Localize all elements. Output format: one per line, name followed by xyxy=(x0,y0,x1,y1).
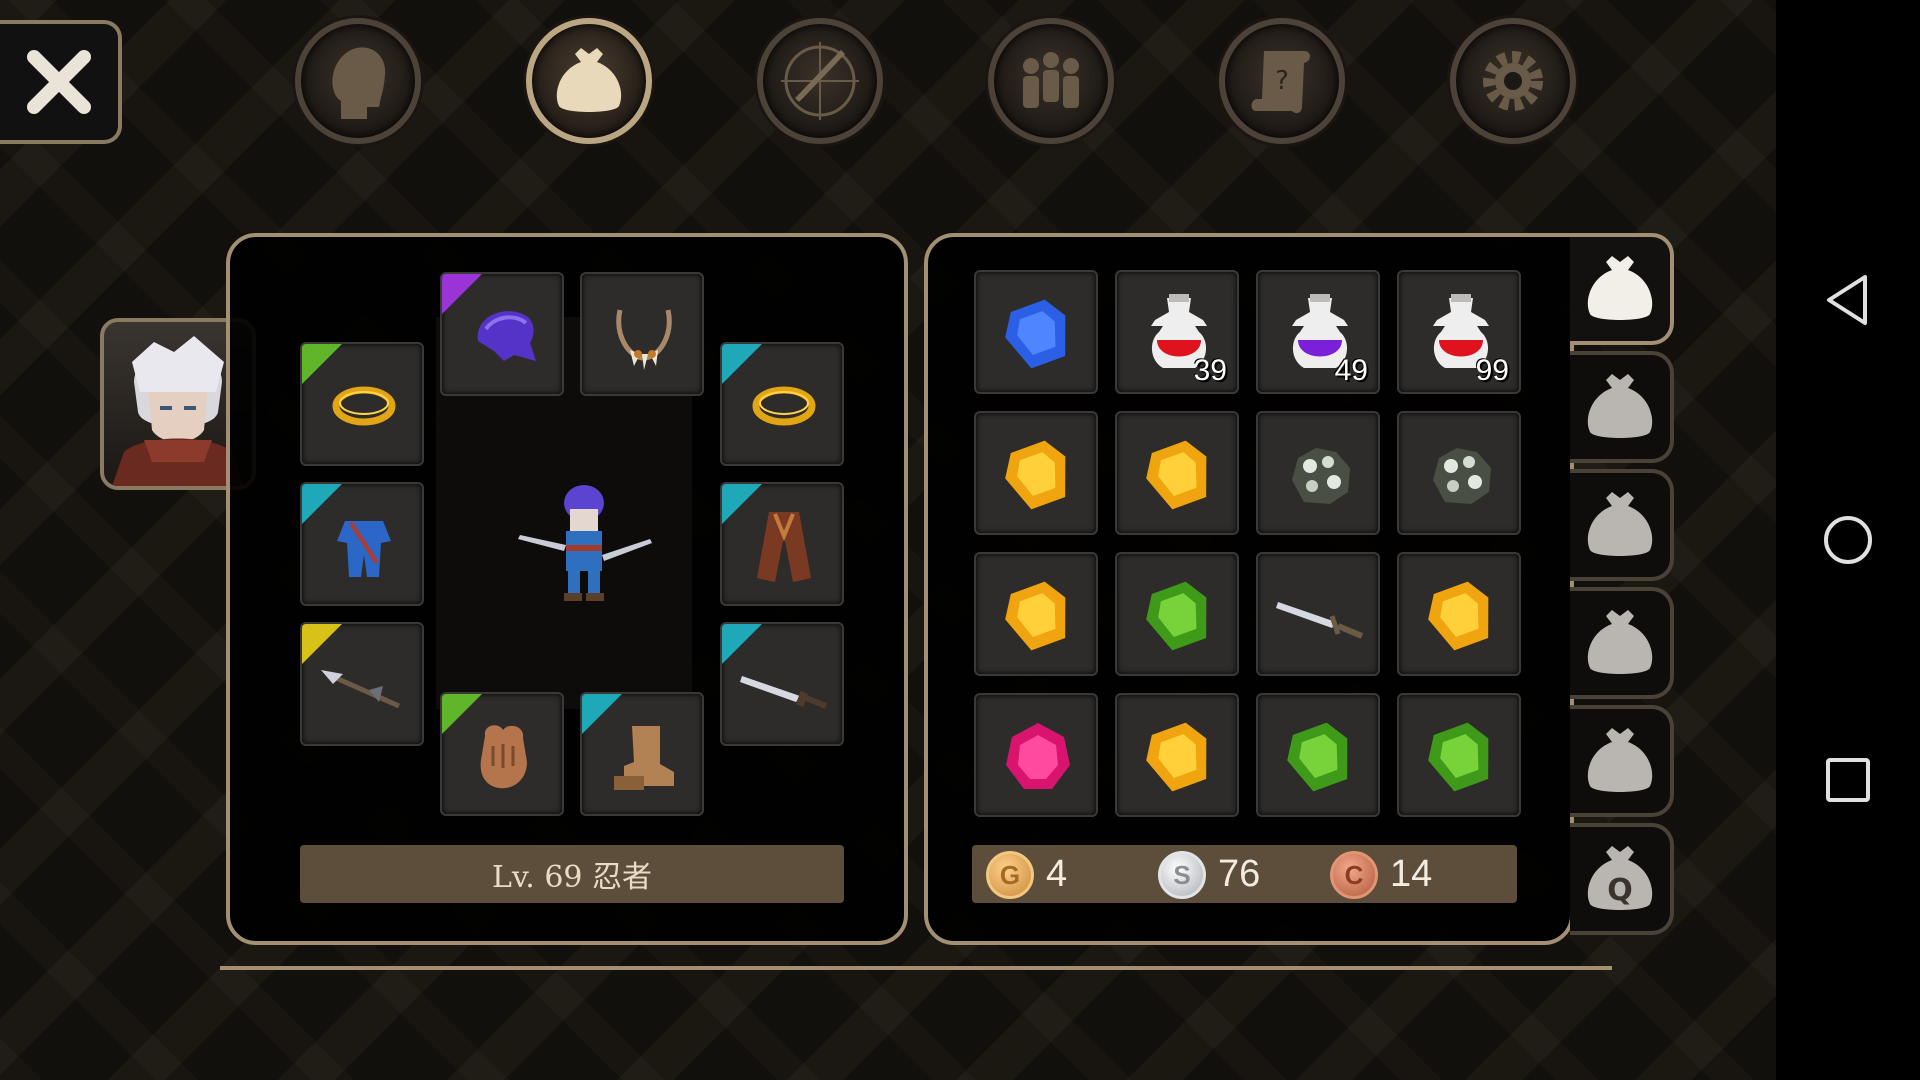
green-gem-icon xyxy=(1399,695,1523,819)
bag-icon xyxy=(556,48,622,112)
party-icon xyxy=(1023,52,1079,108)
bag-tab-1[interactable] xyxy=(1570,233,1674,345)
quest-tab[interactable]: ? xyxy=(1219,18,1345,144)
inventory-slot[interactable] xyxy=(974,270,1098,394)
skills-compass-sword-icon xyxy=(781,42,859,120)
party-tab[interactable] xyxy=(988,18,1114,144)
bag-tab-4[interactable] xyxy=(1570,587,1674,699)
equip-slot-weapon-left[interactable] xyxy=(300,622,424,746)
equip-slot-ring-right[interactable] xyxy=(720,342,844,466)
fang-necklace-icon xyxy=(616,309,672,370)
leather-glove-icon xyxy=(480,725,527,789)
inventory-slot[interactable] xyxy=(1397,411,1521,535)
close-button[interactable] xyxy=(0,20,122,144)
inventory-slot[interactable] xyxy=(1397,693,1521,817)
panel-divider xyxy=(220,966,1612,970)
gold-ring-icon xyxy=(332,386,396,426)
silver-coin-icon: S xyxy=(1158,851,1206,899)
inventory-slot[interactable] xyxy=(1256,693,1380,817)
inventory-slot[interactable] xyxy=(1115,552,1239,676)
copper-amount: 14 xyxy=(1390,853,1433,895)
quest-bag-icon: Q xyxy=(1587,846,1653,910)
inventory-slot[interactable]: 49 xyxy=(1256,270,1380,394)
character-sprite xyxy=(510,475,660,615)
currency-bar: G 4 S 76 C 14 xyxy=(972,845,1517,903)
character-head-icon xyxy=(332,47,386,119)
close-icon xyxy=(27,50,91,114)
equip-slot-helmet[interactable] xyxy=(440,272,564,396)
equip-slot-ring-left[interactable] xyxy=(300,342,424,466)
yellow-gem-icon xyxy=(976,554,1100,678)
leather-boots-icon xyxy=(614,726,674,790)
character-level-class: Lv. 69 忍者 xyxy=(300,845,844,903)
spear-icon xyxy=(321,670,401,709)
equip-slot-cloak[interactable] xyxy=(720,482,844,606)
gold-ring-icon xyxy=(752,386,816,426)
bag-icon xyxy=(1587,374,1653,438)
item-quantity: 49 xyxy=(1334,354,1368,387)
yellow-gem-icon xyxy=(1117,695,1241,819)
bag-icon xyxy=(1587,610,1653,674)
bag-tab-5[interactable] xyxy=(1570,705,1674,817)
inventory-slot[interactable] xyxy=(1256,411,1380,535)
silver-amount: 76 xyxy=(1218,853,1261,895)
inventory-slot[interactable] xyxy=(1115,411,1239,535)
bag-icon xyxy=(1587,256,1653,320)
character-tab[interactable] xyxy=(295,18,421,144)
quest-scroll-icon: ? xyxy=(1251,51,1310,114)
equip-slot-weapon-right[interactable] xyxy=(720,622,844,746)
brown-cloak-icon xyxy=(757,512,811,582)
bag-tab[interactable] xyxy=(526,18,652,144)
blue-gem-icon xyxy=(976,272,1100,396)
inventory-slot[interactable] xyxy=(1115,693,1239,817)
recents-button[interactable] xyxy=(1818,750,1878,810)
item-quantity: 39 xyxy=(1193,354,1227,387)
back-icon xyxy=(1827,275,1867,325)
purple-hood-icon xyxy=(477,311,536,361)
item-quantity: 99 xyxy=(1475,354,1509,387)
inventory-slot[interactable] xyxy=(1256,552,1380,676)
svg-text:?: ? xyxy=(1275,66,1289,96)
bag-tab-quest[interactable]: Q xyxy=(1570,823,1674,935)
system-navigation-bar xyxy=(1776,0,1920,1080)
blue-ninja-suit-icon xyxy=(337,521,391,577)
back-button[interactable] xyxy=(1818,270,1878,330)
dagger-icon xyxy=(1258,554,1382,678)
equip-slot-gloves[interactable] xyxy=(440,692,564,816)
ore-icon xyxy=(1258,413,1382,537)
green-gem-icon xyxy=(1117,554,1241,678)
settings-gear-icon xyxy=(1483,51,1543,111)
equip-slot-armor[interactable] xyxy=(300,482,424,606)
green-gem-icon xyxy=(1258,695,1382,819)
recents-icon xyxy=(1826,758,1870,802)
inventory-slot[interactable]: 39 xyxy=(1115,270,1239,394)
svg-text:Q: Q xyxy=(1607,873,1633,908)
copper-coin-icon: C xyxy=(1330,851,1378,899)
bag-icon xyxy=(1587,492,1653,556)
bag-tab-2[interactable] xyxy=(1570,351,1674,463)
yellow-gem-icon xyxy=(1399,554,1523,678)
yellow-gem-icon xyxy=(976,413,1100,537)
dagger-icon xyxy=(740,676,828,709)
inventory-slot[interactable] xyxy=(974,552,1098,676)
pink-gem-icon xyxy=(976,695,1100,819)
inventory-slot[interactable] xyxy=(974,411,1098,535)
gold-amount: 4 xyxy=(1046,853,1068,895)
home-button[interactable] xyxy=(1818,510,1878,570)
yellow-gem-icon xyxy=(1117,413,1241,537)
settings-tab[interactable] xyxy=(1450,18,1576,144)
bag-tab-3[interactable] xyxy=(1570,469,1674,581)
ore-icon xyxy=(1399,413,1523,537)
skills-tab[interactable] xyxy=(757,18,883,144)
inventory-slot[interactable] xyxy=(1397,552,1521,676)
equip-slot-boots[interactable] xyxy=(580,692,704,816)
inventory-slot[interactable] xyxy=(974,693,1098,817)
home-icon xyxy=(1824,516,1872,564)
inventory-slot[interactable]: 99 xyxy=(1397,270,1521,394)
equip-slot-necklace[interactable] xyxy=(580,272,704,396)
gold-coin-icon: G xyxy=(986,851,1034,899)
bag-icon xyxy=(1587,728,1653,792)
